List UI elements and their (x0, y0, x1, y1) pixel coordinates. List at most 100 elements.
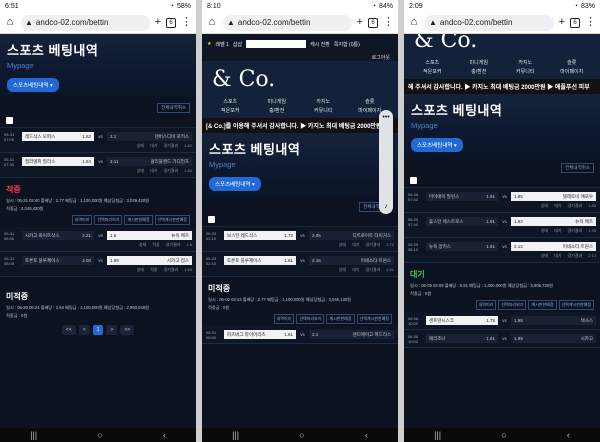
new-tab-icon[interactable]: + (357, 17, 363, 28)
volume-icon[interactable]: ♪ (384, 203, 388, 210)
home-button-icon[interactable]: ○ (299, 430, 304, 440)
site-info-icon[interactable]: ▲ (25, 18, 33, 27)
recent-apps-icon[interactable]: ||| (434, 430, 441, 440)
home-team[interactable]: 애리조나 1.61 (426, 334, 498, 343)
home-team[interactable]: 토론토 블루제이스 2.00 (22, 256, 94, 265)
home-icon[interactable]: ⌂ (408, 17, 420, 29)
bet-type-dropdown[interactable]: 스포츠베팅내역 ▾ (411, 138, 463, 152)
select-all-checkbox[interactable] (6, 117, 13, 124)
more-menu-icon[interactable]: ⋮ (585, 17, 596, 28)
action-button[interactable]: 선택미리보기 (498, 300, 527, 310)
menu-item[interactable]: 커뮤니티 (503, 68, 548, 75)
new-tab-icon[interactable]: + (155, 17, 161, 28)
away-team[interactable]: 2.13 미네소타 트윈스 (511, 242, 596, 251)
away-team[interactable]: 1.69 시카고 컵스 (107, 256, 192, 265)
away-team[interactable]: 2.1 샌디에이고 파드리스 (309, 330, 394, 339)
select-all-checkbox[interactable] (208, 216, 215, 223)
action-button[interactable]: 선택계시판한예정 (356, 314, 392, 324)
action-button[interactable]: 계시판한예정 (528, 300, 557, 310)
menu-item[interactable]: 마이페이지 (550, 68, 595, 75)
away-team[interactable]: 2.16 미네소타 트윈스 (309, 256, 394, 265)
cancel-all-button[interactable]: 전체내역취소 (157, 103, 190, 113)
home-team[interactable]: 피츠버그 파이어리츠 1.61 (224, 330, 296, 339)
site-info-icon[interactable]: ▲ (429, 18, 437, 27)
menu-item[interactable]: 스포츠 (208, 98, 253, 105)
site-logo[interactable]: & Co. (202, 61, 398, 94)
home-team[interactable]: 보스턴 레드삭스 1.72 (224, 231, 296, 240)
menu-item[interactable]: 카지노 (301, 98, 346, 105)
home-team[interactable]: 휴스턴 애스트로스 1.91 (426, 217, 498, 226)
select-all-checkbox[interactable] (410, 177, 417, 184)
away-team[interactable]: 1.93 뉴욕 메츠 (511, 217, 596, 226)
floating-media-panel[interactable]: ••• ♪ (379, 110, 393, 214)
page-current[interactable]: 1 (92, 325, 104, 335)
away-team[interactable]: 2.1 덴버스디비 로키스 (107, 132, 192, 141)
action-button[interactable]: 선택계시판한예정 (154, 215, 190, 225)
bet-type-dropdown[interactable]: 스포츠베팅내역 ▾ (7, 78, 59, 92)
menu-item[interactable]: 미니게임 (457, 59, 502, 66)
action-button[interactable]: 내역미리 (71, 215, 93, 225)
home-team[interactable]: 마이애미 말린스 1.91 (426, 192, 498, 201)
menu-item[interactable]: 적은포커 (410, 68, 455, 75)
recent-apps-icon[interactable]: ||| (30, 430, 37, 440)
more-menu-icon[interactable]: ⋮ (181, 17, 192, 28)
tab-count[interactable]: 6 (368, 17, 378, 28)
menu-item[interactable]: 충/환전 (255, 107, 300, 114)
menu-item[interactable]: 미니게임 (255, 98, 300, 105)
home-team[interactable]: 필라델피 필리스 1.84 (22, 157, 94, 166)
home-button-icon[interactable]: ○ (501, 430, 506, 440)
away-team[interactable]: 1.6 뉴욕 메츠 (107, 231, 192, 240)
cash-convert-link[interactable]: 캐시 전환 (310, 41, 330, 48)
action-button[interactable]: 내역미리 (475, 300, 497, 310)
menu-item[interactable]: 커뮤니티 (301, 107, 346, 114)
menu-item[interactable]: 적은포커 (208, 107, 253, 114)
away-team[interactable]: 2.05 디트로이트 타이거스 (309, 231, 394, 240)
tab-count[interactable]: 6 (570, 17, 580, 28)
home-team[interactable]: 레드삭스 오퍼스 1.62 (22, 132, 94, 141)
away-team[interactable]: 3.11 클리블랜드 가디언즈 (107, 157, 192, 166)
menu-item[interactable]: 스포츠 (410, 59, 455, 66)
message-link[interactable]: 쪽지함 (0통) (334, 41, 360, 48)
more-dots-icon[interactable]: ••• (382, 114, 389, 121)
away-team[interactable]: 1.99 시카고 (511, 334, 596, 343)
address-bar[interactable]: ▲ andco-02.com/bettin (223, 14, 352, 31)
address-bar[interactable]: ▲ andco-02.com/bettin (425, 14, 554, 31)
page-prev[interactable]: < (78, 325, 90, 335)
back-icon[interactable]: ‹ (567, 430, 570, 440)
logout-link[interactable]: 로그아웃 (202, 54, 398, 61)
menu-item[interactable]: 슬롯 (348, 98, 393, 105)
more-menu-icon[interactable]: ⋮ (383, 17, 394, 28)
site-info-icon[interactable]: ▲ (227, 18, 235, 27)
back-icon[interactable]: ‹ (163, 430, 166, 440)
away-team[interactable]: 1.98 텍사스 (511, 316, 596, 325)
back-icon[interactable]: ‹ (365, 430, 368, 440)
home-team[interactable]: 시카고 화이트삭스 2.21 (22, 231, 94, 240)
home-team[interactable]: 샌프란시스코 1.75 (426, 316, 498, 325)
home-button-icon[interactable]: ○ (97, 430, 102, 440)
site-logo[interactable]: & Co. (404, 34, 600, 55)
home-team[interactable]: 뉴욕 양키스 1.61 (426, 242, 498, 251)
menu-item[interactable]: 충/환전 (457, 68, 502, 75)
address-bar[interactable]: ▲ andco-02.com/bettin (21, 14, 150, 31)
recent-apps-icon[interactable]: ||| (232, 430, 239, 440)
home-icon[interactable]: ⌂ (206, 17, 218, 29)
home-team-name: 토론토 블루제이스 (227, 257, 262, 263)
action-button[interactable]: 내역미리 (273, 314, 295, 324)
action-button[interactable]: 계시판한예정 (326, 314, 355, 324)
menu-item[interactable]: 슬롯 (550, 59, 595, 66)
away-team[interactable]: 1.85 텔레토비 애로우 (511, 192, 596, 201)
new-tab-icon[interactable]: + (559, 17, 565, 28)
menu-item[interactable]: 카지노 (503, 59, 548, 66)
page-first[interactable]: << (61, 325, 76, 335)
action-button[interactable]: 계시판한예정 (124, 215, 153, 225)
bet-type-dropdown[interactable]: 스포츠베팅내역 ▾ (209, 177, 261, 191)
action-button[interactable]: 선택미리보기 (94, 215, 123, 225)
action-button[interactable]: 선택계시판한예정 (558, 300, 594, 310)
home-team[interactable]: 토론토 블루제이스 1.61 (224, 256, 296, 265)
home-icon[interactable]: ⌂ (4, 17, 16, 29)
page-last[interactable]: >> (120, 325, 135, 335)
cancel-all-button[interactable]: 전체내역취소 (561, 163, 594, 173)
action-button[interactable]: 선택미리보기 (296, 314, 325, 324)
page-next[interactable]: > (106, 325, 118, 335)
tab-count[interactable]: 6 (166, 17, 176, 28)
